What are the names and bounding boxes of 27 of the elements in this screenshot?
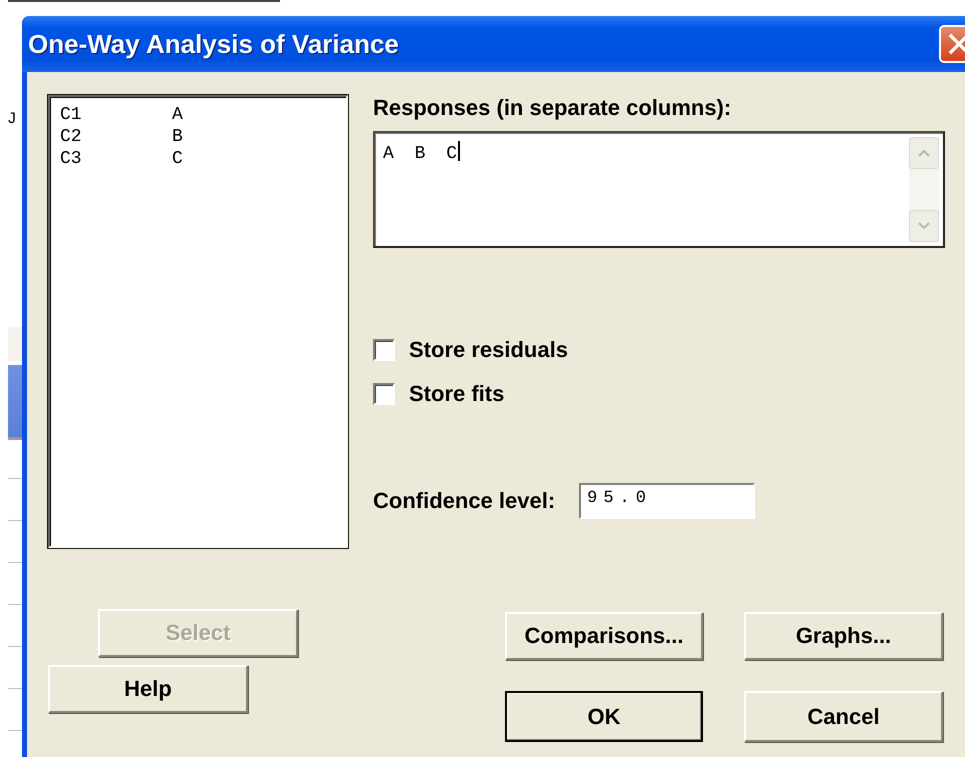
confidence-label: Confidence level:: [373, 488, 556, 514]
column-name: A: [172, 104, 183, 126]
dialog-button[interactable]: Comparisons...: [505, 612, 703, 660]
checkbox[interactable]: [373, 339, 395, 361]
responses-label: Responses (in separate columns):: [373, 95, 732, 121]
cell-text: J: [7, 110, 17, 128]
column-id: C3: [60, 148, 83, 170]
column-id: C2: [60, 126, 83, 148]
dialog-button[interactable]: Cancel: [744, 691, 943, 742]
dialog-button: Select: [98, 609, 298, 657]
confidence-field[interactable]: 95.0: [579, 483, 756, 519]
window-title: One-Way Analysis of Variance: [28, 28, 399, 60]
dialog-button[interactable]: OK: [505, 691, 703, 742]
row-highlight: [8, 327, 22, 361]
dialog-button[interactable]: Graphs...: [744, 612, 943, 660]
checkbox-label: Store fits: [409, 381, 504, 407]
column-id: C1: [60, 104, 83, 126]
dialog-button[interactable]: Help: [48, 665, 248, 713]
checkbox-label: Store residuals: [409, 337, 568, 363]
chevron-down-icon: [918, 222, 930, 230]
column-list[interactable]: C1 A C2 B C3 C: [48, 95, 348, 548]
column-name: C: [172, 148, 183, 170]
chevron-up-icon: [918, 149, 930, 157]
checkbox[interactable]: [373, 383, 395, 405]
responses-field[interactable]: A B C: [373, 131, 945, 248]
close-icon: [948, 33, 965, 55]
column-name: B: [172, 126, 183, 148]
